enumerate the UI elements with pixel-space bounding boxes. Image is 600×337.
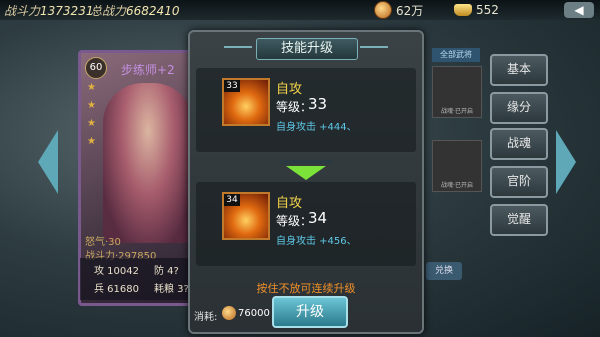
upgrade-button[interactable]: 升级 xyxy=(272,296,348,328)
star-icon: ★ xyxy=(87,136,96,147)
title-ornament-right xyxy=(360,46,388,48)
top-bar: 战斗力1373231 总战力6682410 62万 552 ◀ xyxy=(0,0,600,20)
soul-thumb-caption: 战魂·已开启 xyxy=(441,182,473,189)
dialog-title-bar: 技能升级 xyxy=(190,32,422,62)
soul-thumb-caption: 战魂·已开启 xyxy=(441,108,473,115)
star-icon: ★ xyxy=(87,118,96,129)
coin-icon xyxy=(374,1,392,19)
skill-level-value: 34 xyxy=(308,209,328,227)
combat-power-label: 战斗力 xyxy=(4,4,41,18)
menu-awaken[interactable]: 觉醒 xyxy=(490,204,548,236)
arrow-bar xyxy=(280,160,332,164)
attack-stat: 攻 10042 xyxy=(94,266,139,277)
upgrade-arrow-icon xyxy=(280,160,332,180)
all-generals-tab[interactable]: 全部武将 xyxy=(432,48,480,62)
arrow-head xyxy=(286,166,326,180)
combat-power-value: 1373231 xyxy=(40,4,94,18)
current-skill-panel: 33 自攻 等级： 33 自身攻击 +444、 xyxy=(196,68,416,152)
next-arrow-icon[interactable] xyxy=(556,130,576,194)
cost-value: 76000 xyxy=(238,308,270,319)
hero-level-badge: 60 xyxy=(85,57,107,79)
back-button[interactable]: ◀ xyxy=(564,2,594,18)
command-stat: 耗粮 3? xyxy=(154,284,189,295)
star-icon: ★ xyxy=(87,82,96,93)
hero-fetter: 怒气·30 xyxy=(85,237,121,248)
skill-level-value: 33 xyxy=(308,95,328,113)
skill-level-label: 等级： xyxy=(276,100,313,114)
total-power-value: 6682410 xyxy=(126,4,180,18)
soul-thumb[interactable]: 战魂·已开启 xyxy=(432,66,482,118)
troops-stat: 兵 61680 xyxy=(94,284,139,295)
skill-icon-level: 33 xyxy=(224,80,240,92)
combat-power: 战斗力1373231 xyxy=(4,2,93,19)
menu-soul[interactable]: 战魂 xyxy=(490,128,548,160)
hero-card: 60 步练师+2 ★ ★ ★ ★ 怒气·30 战斗力·297850 攻 1004… xyxy=(78,50,204,306)
ingot-icon xyxy=(454,4,472,16)
back-arrow-icon: ◀ xyxy=(574,3,584,17)
menu-basic[interactable]: 基本 xyxy=(490,54,548,86)
skill-upgrade-dialog: 技能升级 33 自攻 等级： 33 自身攻击 +444、 34 自攻 等级： 3… xyxy=(188,30,424,334)
skill-name: 自攻 xyxy=(276,82,303,97)
total-power-label: 总战力 xyxy=(90,4,127,18)
cost-label: 消耗: xyxy=(194,312,218,323)
skill-level-label: 等级： xyxy=(276,214,313,228)
soul-thumb[interactable]: 战魂·已开启 xyxy=(432,140,482,192)
ingot-value: 552 xyxy=(476,3,499,17)
title-ornament-left xyxy=(224,46,252,48)
dialog-title: 技能升级 xyxy=(256,38,358,60)
skill-effect: 自身攻击 +456、 xyxy=(276,236,357,247)
next-skill-panel: 34 自攻 等级： 34 自身攻击 +456、 xyxy=(196,182,416,266)
coin-value: 62万 xyxy=(396,3,424,18)
star-icon: ★ xyxy=(87,100,96,111)
skill-effect: 自身攻击 +444、 xyxy=(276,122,357,133)
menu-rank[interactable]: 官阶 xyxy=(490,166,548,198)
ingot-counter[interactable]: 552 xyxy=(454,0,499,20)
defense-stat: 防 4? xyxy=(154,266,179,277)
hero-stats: 攻 10042 防 4? 兵 61680 耗粮 3? xyxy=(80,258,200,300)
total-power: 总战力6682410 xyxy=(90,2,179,19)
hold-hint: 按住不放可连续升级 xyxy=(256,282,356,295)
menu-fate[interactable]: 缘分 xyxy=(490,92,548,124)
hero-name: 步练师+2 xyxy=(121,63,175,77)
hero-portrait xyxy=(103,83,193,243)
skill-icon-level: 34 xyxy=(224,194,240,206)
coin-icon xyxy=(222,306,236,320)
coin-counter[interactable]: 62万 xyxy=(374,0,423,20)
fire-skill-icon: 33 xyxy=(222,78,270,126)
skill-name: 自攻 xyxy=(276,196,303,211)
fire-skill-icon: 34 xyxy=(222,192,270,240)
swap-button[interactable]: 兑换 xyxy=(426,262,462,280)
prev-arrow-icon[interactable] xyxy=(38,130,58,194)
